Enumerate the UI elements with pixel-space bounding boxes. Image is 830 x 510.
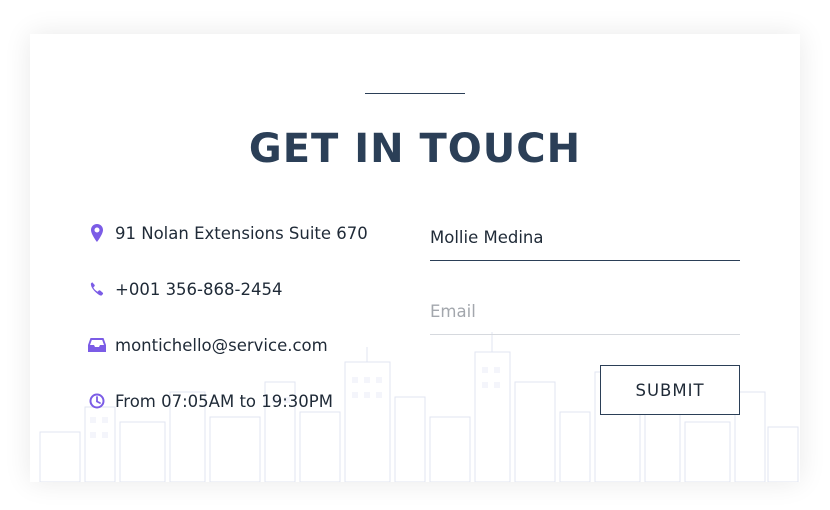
hours-text: From 07:05AM to 19:30PM xyxy=(115,391,333,411)
phone-item: +001 356-868-2454 xyxy=(88,277,282,301)
heading-divider xyxy=(365,93,465,94)
page-title: GET IN TOUCH xyxy=(248,126,582,172)
email-field[interactable] xyxy=(430,291,740,335)
hours-item: From 07:05AM to 19:30PM xyxy=(88,389,333,413)
email-underline xyxy=(430,334,740,335)
name-field[interactable] xyxy=(430,217,740,261)
email-input[interactable] xyxy=(430,291,740,331)
clock-icon xyxy=(88,392,106,410)
address-item: 91 Nolan Extensions Suite 670 xyxy=(88,221,368,245)
contact-card: GET IN TOUCH 91 Nolan Extensions Suite 6… xyxy=(30,34,800,482)
submit-button[interactable]: SUBMIT xyxy=(600,365,740,415)
name-input[interactable] xyxy=(430,217,740,257)
name-underline xyxy=(430,260,740,261)
inbox-icon xyxy=(88,336,106,354)
phone-icon xyxy=(88,280,106,298)
address-text: 91 Nolan Extensions Suite 670 xyxy=(115,223,368,243)
email-item: montichello@service.com xyxy=(88,333,328,357)
phone-text: +001 356-868-2454 xyxy=(115,279,283,299)
email-text: montichello@service.com xyxy=(115,335,328,355)
map-pin-icon xyxy=(88,224,106,242)
